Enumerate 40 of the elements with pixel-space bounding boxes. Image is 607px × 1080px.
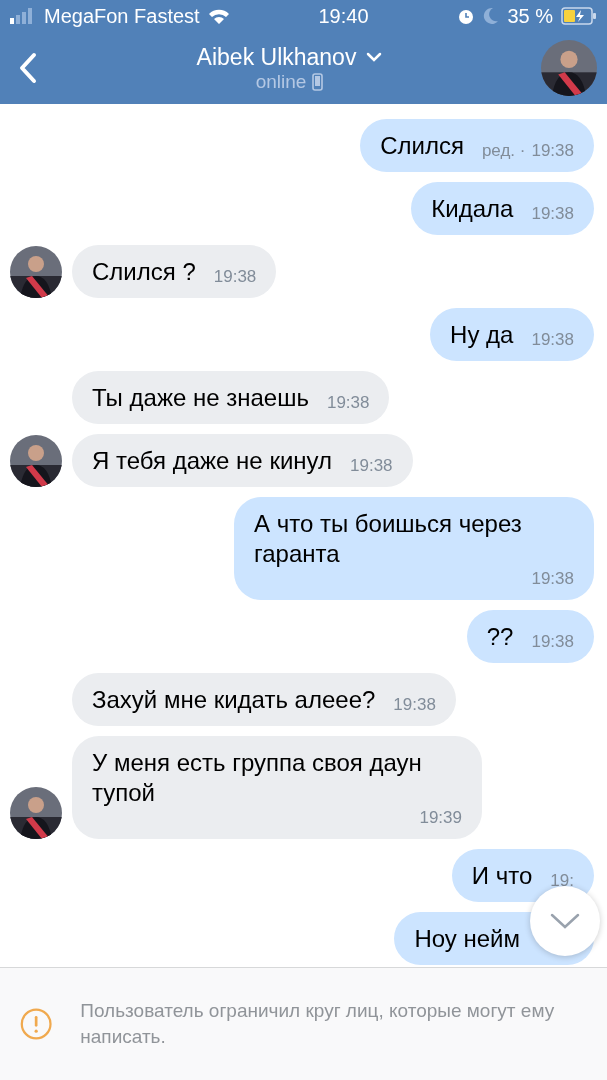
- wifi-icon: [207, 8, 230, 24]
- restriction-notice: Пользователь ограничил круг лиц, которые могут ему написать.: [80, 999, 556, 1049]
- message-time: 19:38: [393, 695, 436, 715]
- message-text: Кидала: [431, 194, 514, 224]
- alarm-icon: [457, 7, 476, 25]
- message-text: Ноу нейм: [414, 924, 520, 954]
- message-text: Захуй мне кидать алеее?: [92, 685, 376, 715]
- message-text: А что ты боишься через гаранта: [254, 509, 523, 569]
- clock-time: 19:40: [318, 4, 369, 28]
- message-time: 19:38: [531, 204, 574, 224]
- message-time: 19:38: [531, 632, 574, 652]
- message-text: У меня есть группа своя даун тупой: [92, 748, 423, 808]
- message-time: 19:38: [531, 569, 574, 589]
- message-text: Слился ?: [92, 257, 196, 287]
- battery-icon: [561, 7, 597, 25]
- phone-icon: [312, 72, 324, 91]
- message-time: 19:: [550, 871, 574, 891]
- contact-name[interactable]: Aibek Ulkhanov: [196, 43, 357, 71]
- online-status: online: [255, 70, 307, 93]
- chevron-down-icon[interactable]: [366, 52, 383, 62]
- carrier-name: MegaFon Fastest: [44, 4, 200, 28]
- message-time: 19:38: [350, 456, 393, 476]
- message-time: 19:39: [419, 808, 462, 828]
- message-time: 19:38: [531, 141, 574, 161]
- message-text: ??: [486, 622, 514, 652]
- message-text: И что: [471, 861, 533, 891]
- edited-label: ред. ·: [481, 141, 526, 161]
- back-icon[interactable]: [18, 52, 38, 84]
- warning-icon: [20, 1006, 53, 1042]
- moon-icon: [483, 7, 500, 25]
- chevron-down-icon: [550, 913, 580, 929]
- avatar-icon: [541, 40, 597, 96]
- message-time: 19:38: [213, 267, 257, 287]
- message-text: Слился: [380, 131, 464, 161]
- message-text: Ты даже не знаешь: [92, 383, 309, 413]
- message-time: 19:38: [326, 393, 370, 413]
- message-text: Я тебя даже не кинул: [92, 446, 332, 476]
- message-text: Ну да: [450, 320, 514, 350]
- message-time: 19:38: [531, 330, 574, 350]
- battery-percent: 35 %: [507, 4, 553, 28]
